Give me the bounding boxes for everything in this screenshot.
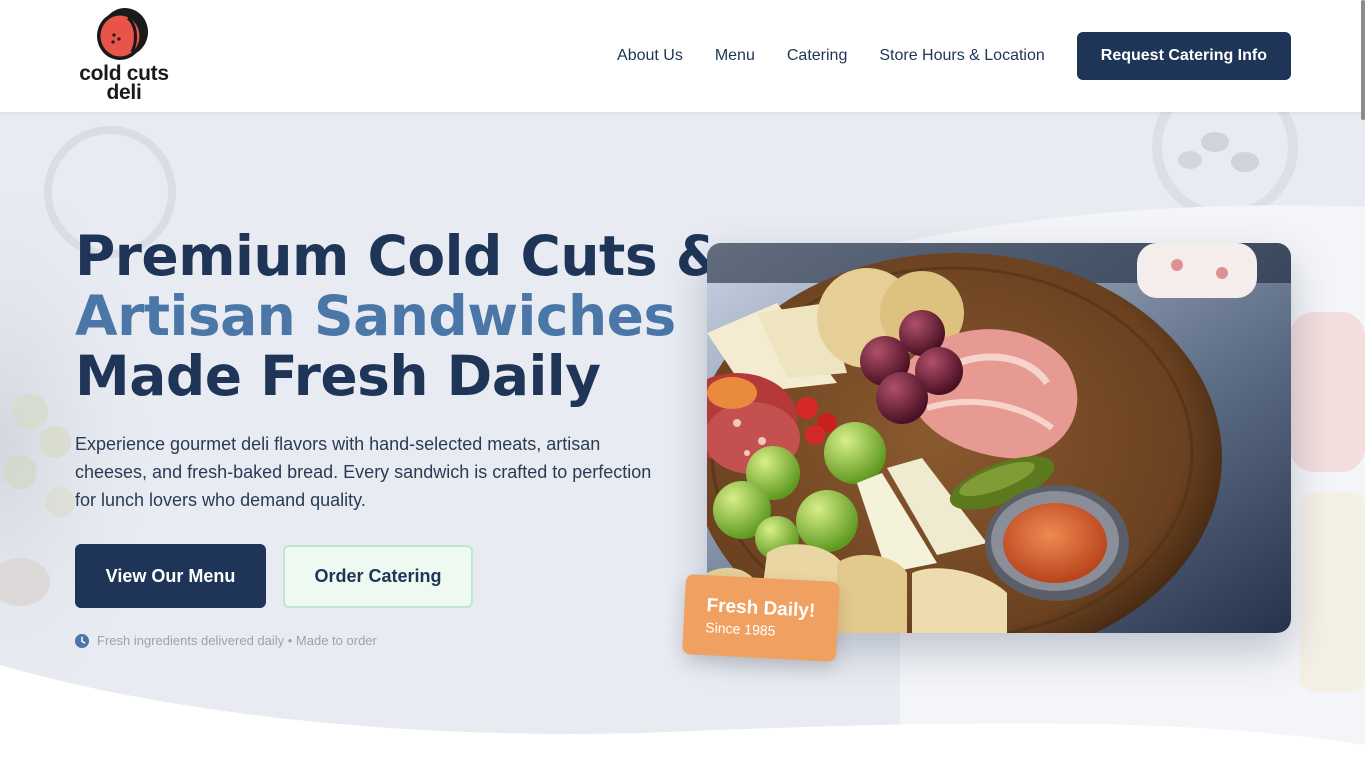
logo[interactable]: cold cuts deli xyxy=(74,6,174,106)
headline-line-2: Artisan Sandwiches xyxy=(75,284,676,348)
nav-store-hours-location[interactable]: Store Hours & Location xyxy=(879,47,1044,65)
logo-text: cold cuts deli xyxy=(74,63,174,104)
charcuterie-board-image xyxy=(707,243,1291,633)
hero-description: Experience gourmet deli flavors with han… xyxy=(75,434,652,510)
main-nav: About Us Menu Catering Store Hours & Loc… xyxy=(617,32,1291,80)
charcuterie-illustration xyxy=(707,243,1291,633)
fresh-daily-badge: Fresh Daily! Since 1985 xyxy=(682,574,840,662)
hero-headline: Premium Cold Cuts & Artisan Sandwiches M… xyxy=(75,224,724,408)
clock-icon xyxy=(75,633,89,648)
nav-catering[interactable]: Catering xyxy=(787,47,847,65)
request-catering-info-button[interactable]: Request Catering Info xyxy=(1076,32,1291,80)
nav-menu[interactable]: Menu xyxy=(715,47,755,65)
headline-line-3: Made Fresh Daily xyxy=(75,344,601,408)
hero-section: Premium Cold Cuts & Artisan Sandwiches M… xyxy=(0,112,1365,767)
ham-icon xyxy=(97,8,148,60)
freshness-note: Fresh ingredients delivered daily • Made… xyxy=(75,633,377,648)
logo-text-line2: deli xyxy=(106,81,142,104)
view-menu-button[interactable]: View Our Menu xyxy=(75,544,266,608)
freshness-note-text: Fresh ingredients delivered daily • Made… xyxy=(97,633,377,648)
headline-line-1: Premium Cold Cuts & xyxy=(75,224,724,288)
order-catering-button[interactable]: Order Catering xyxy=(283,545,473,608)
page-scrollbar[interactable] xyxy=(1361,0,1365,120)
nav-about-us[interactable]: About Us xyxy=(617,47,683,65)
site-header: cold cuts deli About Us Menu Catering St… xyxy=(0,0,1365,112)
